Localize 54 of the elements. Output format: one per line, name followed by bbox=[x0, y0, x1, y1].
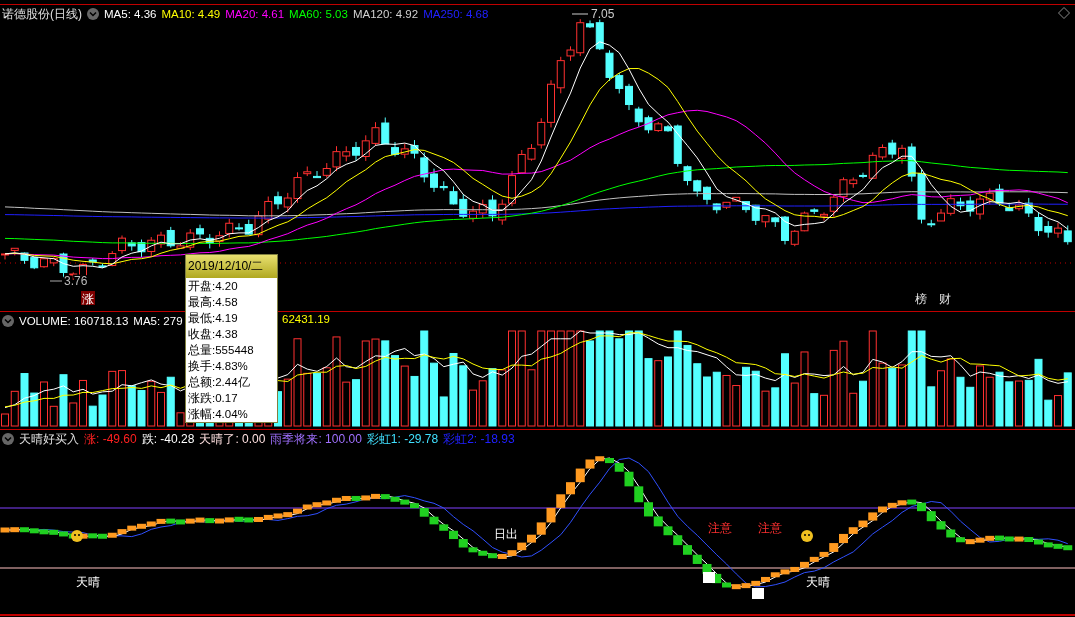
signal-label: 天晴 bbox=[806, 575, 830, 589]
stock-title: 诺德股份(日线) bbox=[2, 5, 82, 23]
signal-square bbox=[752, 588, 764, 599]
indicator-value: 雨季将来: 100.00 bbox=[270, 430, 362, 448]
indicator-value: 天晴了: 0.00 bbox=[199, 430, 266, 448]
dropdown-icon[interactable] bbox=[2, 315, 14, 327]
dropdown-icon[interactable] bbox=[2, 433, 14, 445]
oscillator-step bbox=[556, 494, 566, 508]
tooltip-row-text: 换手:4.83% bbox=[187, 359, 249, 374]
dropdown-icon[interactable] bbox=[87, 8, 99, 20]
indicator-value: 62431.19 bbox=[282, 313, 330, 325]
tooltip-row-text: 最高:4.58 bbox=[187, 295, 239, 310]
event-marker: 财 bbox=[939, 292, 951, 306]
low-price-label: 3.76 bbox=[49, 274, 88, 288]
indicator-value: MA250: 4.68 bbox=[423, 8, 489, 20]
oscillator-step bbox=[673, 535, 683, 546]
indicator-value: 彩虹1: -29.78 bbox=[366, 430, 439, 448]
event-marker: 榜 bbox=[915, 292, 927, 306]
indicator-value: MA5: 279 bbox=[133, 315, 183, 327]
signal-square bbox=[703, 572, 715, 583]
oscillator-step bbox=[566, 482, 575, 495]
warning-label: 注意 bbox=[758, 521, 782, 535]
tooltip-date: 2019/12/10/二 bbox=[186, 255, 277, 278]
indicator-value: MA60: 5.03 bbox=[289, 8, 348, 20]
indicator-value: VOLUME: 160718.13 bbox=[19, 315, 129, 327]
indicator-value: MA20: 4.61 bbox=[225, 8, 285, 20]
signal-label: 日出 bbox=[494, 527, 518, 541]
indicator-title: 天晴好买入 bbox=[19, 430, 79, 448]
oscillator-step bbox=[546, 507, 556, 523]
tooltip-row-text: 最低:4.19 bbox=[187, 311, 239, 326]
indicator-value: MA5: 4.36 bbox=[104, 8, 157, 20]
indicator-value: 涨: -49.60 bbox=[84, 430, 137, 448]
tooltip-row-text: 开盘:4.20 bbox=[187, 279, 239, 294]
oscillator-step bbox=[702, 563, 712, 574]
oscillator-step bbox=[926, 511, 936, 522]
tooltip-row-text: 收盘:4.38 bbox=[187, 327, 239, 342]
rise-marker: 涨 bbox=[81, 291, 95, 306]
high-price-label: 7.05 bbox=[571, 7, 615, 21]
indicator-value: MA10: 4.49 bbox=[161, 8, 221, 20]
signal-label: 天晴 bbox=[76, 575, 100, 589]
indicator-value: 跌: -40.28 bbox=[141, 430, 195, 448]
tooltip-row-text: 总额:2.44亿 bbox=[187, 375, 251, 390]
warning-label: 注意 bbox=[708, 521, 732, 535]
diamond-icon[interactable] bbox=[1058, 7, 1070, 19]
tooltip-row-text: 涨幅:4.04% bbox=[187, 407, 249, 422]
smiley-icon bbox=[801, 530, 813, 542]
indicator-value: MA120: 4.92 bbox=[352, 8, 419, 20]
tooltip-row-text: 涨跌:0.17 bbox=[187, 391, 239, 406]
oscillator-step bbox=[644, 502, 653, 517]
oscillator-step bbox=[653, 516, 663, 527]
indicator-value: 彩虹2: -18.93 bbox=[443, 430, 515, 448]
oscillator-step bbox=[634, 486, 644, 503]
smiley-icon bbox=[71, 530, 83, 542]
tooltip-row-text: 总量:555448 bbox=[187, 343, 255, 358]
